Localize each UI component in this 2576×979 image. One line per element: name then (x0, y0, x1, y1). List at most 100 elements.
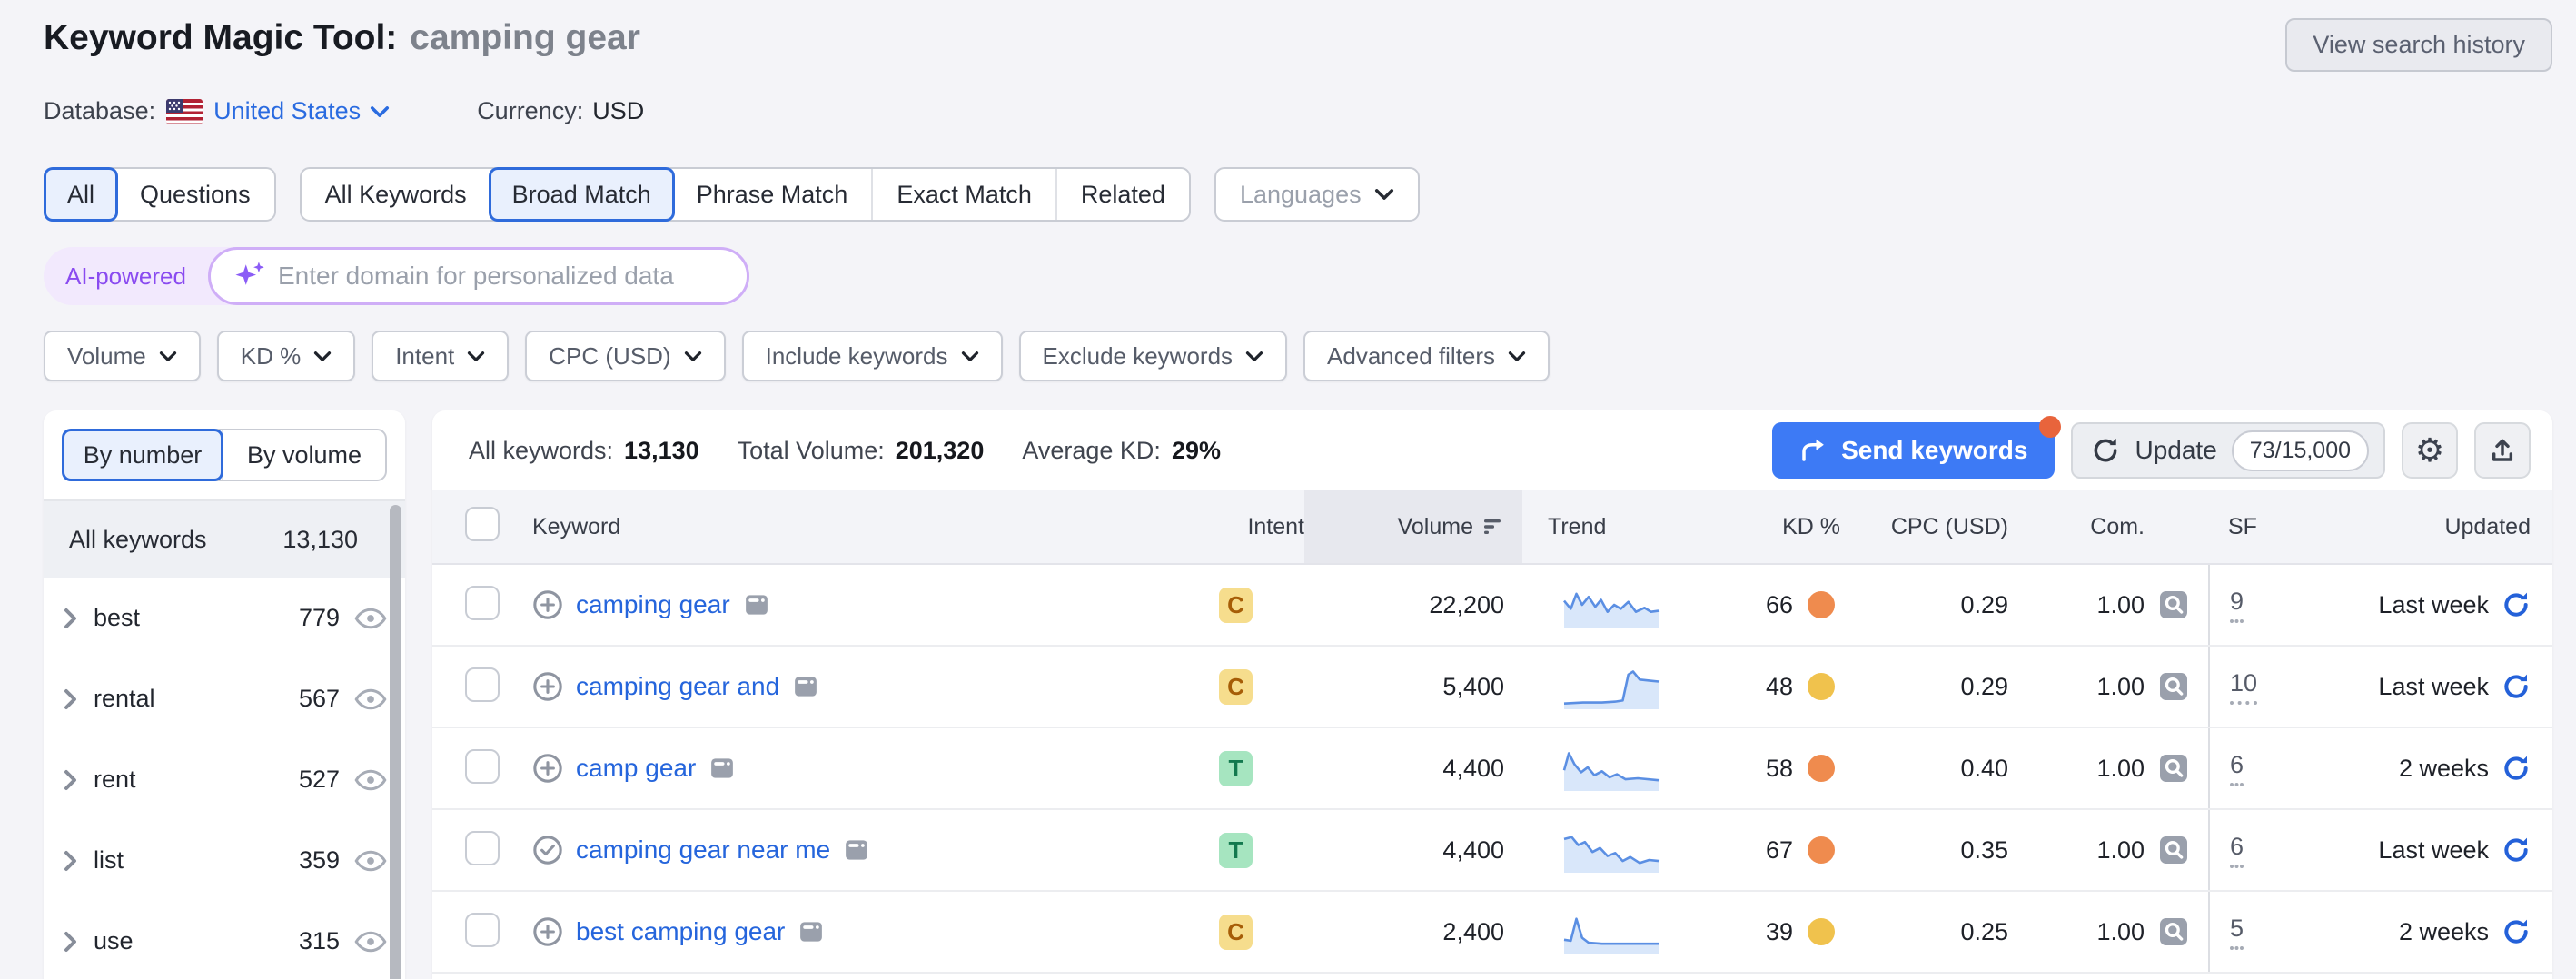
add-keyword-icon[interactable] (532, 671, 563, 702)
sidebar-scrollbar[interactable] (390, 505, 401, 979)
filter-exclude-keywords[interactable]: Exclude keywords (1019, 331, 1288, 381)
settings-button[interactable]: ⚙ (2402, 422, 2458, 479)
group-item-use[interactable]: use 315 (44, 901, 405, 979)
serp-preview-icon[interactable] (743, 591, 770, 618)
tab-all-keywords[interactable]: All Keywords (302, 169, 490, 220)
updated-value: Last week (2378, 836, 2489, 865)
serp-preview-icon[interactable] (798, 918, 825, 945)
serp-analysis-icon[interactable] (2155, 832, 2192, 868)
keyword-link[interactable]: camp gear (576, 754, 696, 783)
column-keyword[interactable]: Keyword (532, 514, 1199, 540)
tab-related[interactable]: Related (1055, 169, 1189, 220)
refresh-metrics-icon[interactable] (2502, 836, 2531, 865)
serp-preview-icon[interactable] (843, 836, 870, 864)
intent-badge: C (1219, 588, 1253, 623)
serp-preview-icon[interactable] (792, 673, 819, 700)
keyword-link[interactable]: camping gear near me (576, 836, 830, 865)
row-checkbox[interactable] (465, 831, 500, 865)
filter-kd[interactable]: KD % (217, 331, 355, 381)
column-volume[interactable]: Volume (1304, 490, 1522, 563)
stat-volume-label: Total Volume: (738, 437, 885, 465)
group-count: 13,130 (282, 526, 358, 554)
toggle-by-volume[interactable]: By volume (222, 430, 385, 480)
column-updated[interactable]: Updated (2299, 514, 2531, 540)
keyword-link[interactable]: camping gear (576, 590, 730, 619)
sf-count[interactable]: 6 (2230, 751, 2244, 786)
filter-cpc[interactable]: CPC (USD) (525, 331, 725, 381)
refresh-metrics-icon[interactable] (2502, 754, 2531, 783)
group-item-rent[interactable]: rent 527 (44, 739, 405, 820)
languages-dropdown[interactable]: Languages (1214, 167, 1420, 222)
serp-preview-icon[interactable] (708, 755, 736, 782)
cpc-value: 0.35 (1840, 836, 2008, 865)
serp-analysis-icon[interactable] (2155, 668, 2192, 705)
tab-questions[interactable]: Questions (116, 169, 274, 220)
ai-domain-input[interactable] (278, 262, 723, 291)
ai-domain-block: AI-powered (44, 247, 749, 305)
refresh-metrics-icon[interactable] (2502, 672, 2531, 701)
group-count: 779 (299, 604, 340, 632)
eye-icon[interactable] (354, 687, 387, 711)
row-checkbox[interactable] (465, 913, 500, 947)
group-item-best[interactable]: best 779 (44, 578, 405, 658)
row-checkbox[interactable] (465, 586, 500, 620)
export-button[interactable] (2474, 422, 2531, 479)
update-button[interactable]: Update 73/15,000 (2071, 422, 2385, 479)
add-keyword-icon[interactable] (532, 916, 563, 947)
keyword-link[interactable]: camping gear and (576, 672, 779, 701)
sort-desc-icon (1484, 518, 1504, 536)
volume-value: 5,400 (1304, 673, 1522, 701)
database-selector[interactable]: United States (213, 97, 390, 125)
row-checkbox[interactable] (465, 668, 500, 702)
group-item-rental[interactable]: rental 567 (44, 658, 405, 739)
group-label: use (94, 927, 134, 955)
serp-analysis-icon[interactable] (2155, 587, 2192, 623)
filter-volume[interactable]: Volume (44, 331, 201, 381)
column-com[interactable]: Com. (2008, 514, 2145, 540)
eye-icon[interactable] (354, 930, 387, 954)
sf-count[interactable]: 6 (2230, 833, 2244, 868)
filter-advanced[interactable]: Advanced filters (1303, 331, 1550, 381)
refresh-metrics-icon[interactable] (2502, 590, 2531, 619)
keyword-added-check-icon[interactable] (532, 835, 563, 865)
refresh-metrics-icon[interactable] (2502, 917, 2531, 946)
eye-icon[interactable] (354, 768, 387, 792)
sf-count[interactable]: 9 (2230, 588, 2244, 623)
serp-analysis-icon[interactable] (2155, 914, 2192, 950)
column-cpc[interactable]: CPC (USD) (1840, 514, 2008, 540)
currency-value: USD (592, 97, 644, 125)
ai-powered-badge: AI-powered (44, 262, 208, 291)
sf-count[interactable]: 10 (2230, 669, 2257, 705)
group-all-keywords[interactable]: All keywords 13,130 (44, 501, 405, 578)
view-search-history-button[interactable]: View search history (2285, 18, 2552, 72)
serp-analysis-icon[interactable] (2155, 750, 2192, 786)
tab-all[interactable]: All (44, 167, 118, 222)
toggle-by-number[interactable]: By number (62, 429, 223, 481)
column-kd[interactable]: KD % (1699, 514, 1840, 540)
chevron-down-icon (961, 351, 979, 362)
sf-count[interactable]: 5 (2230, 915, 2244, 950)
column-sf[interactable]: SF (2208, 514, 2299, 540)
group-count: 315 (299, 927, 340, 955)
keyword-link[interactable]: best camping gear (576, 917, 785, 946)
row-checkbox[interactable] (465, 749, 500, 784)
add-keyword-icon[interactable] (532, 753, 563, 784)
select-all-checkbox[interactable] (465, 507, 500, 541)
column-intent[interactable]: Intent (1199, 514, 1304, 540)
chevron-down-icon (1374, 188, 1394, 201)
filter-include-keywords[interactable]: Include keywords (742, 331, 1003, 381)
chevron-right-icon (64, 608, 77, 629)
group-item-list[interactable]: list 359 (44, 820, 405, 901)
send-keywords-button[interactable]: Send keywords (1772, 422, 2055, 479)
column-trend[interactable]: Trend (1522, 514, 1699, 540)
com-value: 1.00 (2008, 591, 2145, 619)
filter-intent[interactable]: Intent (372, 331, 509, 381)
eye-icon[interactable] (354, 607, 387, 630)
eye-icon[interactable] (354, 849, 387, 873)
add-keyword-icon[interactable] (532, 589, 563, 620)
tab-phrase-match[interactable]: Phrase Match (673, 169, 872, 220)
table-row: camping gear and C 5,400 48 0.29 1.00 10… (432, 647, 2552, 728)
currency-label: Currency: (477, 97, 583, 125)
tab-broad-match[interactable]: Broad Match (489, 167, 675, 222)
tab-exact-match[interactable]: Exact Match (871, 169, 1055, 220)
